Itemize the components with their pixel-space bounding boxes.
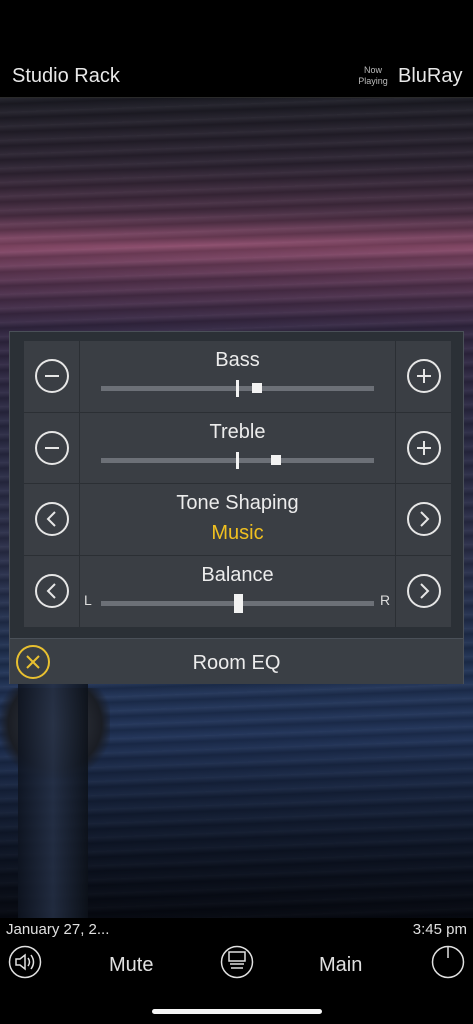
treble-row: Treble	[24, 412, 451, 484]
power-icon	[431, 945, 465, 979]
chevron-right-icon	[407, 502, 441, 537]
minus-icon	[35, 359, 69, 394]
balance-right-label: R	[380, 591, 391, 608]
menu-stack-icon	[220, 945, 254, 979]
home-indicator[interactable]	[152, 1009, 322, 1014]
bass-label: Bass	[215, 349, 260, 371]
treble-increase-button[interactable]	[395, 412, 451, 483]
room-eq-label: Room EQ	[192, 652, 281, 674]
chevron-right-icon	[407, 574, 441, 609]
room-name[interactable]: Studio Rack	[12, 65, 120, 88]
tone-shaping-row: Tone Shaping Music	[24, 484, 451, 556]
balance-left-button[interactable]	[24, 555, 80, 627]
chevron-left-icon	[35, 574, 69, 609]
treble-center-tick	[236, 451, 239, 469]
treble-label: Treble	[209, 420, 266, 443]
balance-left-label: L	[84, 591, 92, 608]
tone-shaping-next-button[interactable]	[395, 484, 451, 555]
balance-right-button[interactable]	[395, 555, 451, 627]
now-playing-line2: Playing	[358, 76, 388, 86]
tone-shaping-label: Tone Shaping	[176, 492, 299, 514]
room-eq-bar[interactable]: Room EQ	[10, 638, 463, 684]
speaker-icon	[8, 945, 42, 979]
bass-decrease-button[interactable]	[24, 341, 80, 412]
volume-button[interactable]	[8, 945, 42, 979]
balance-slider[interactable]	[101, 593, 374, 613]
chevron-left-icon	[35, 502, 69, 537]
tone-shaping-previous-button[interactable]	[24, 484, 80, 555]
current-source[interactable]: BluRay	[398, 65, 462, 88]
date-text: January 27, 2...	[6, 921, 110, 938]
power-button[interactable]	[431, 945, 465, 979]
balance-slider-handle[interactable]	[234, 593, 243, 613]
tone-shaping-value: Music	[211, 522, 264, 544]
bass-increase-button[interactable]	[395, 341, 451, 412]
mute-button[interactable]: Mute	[109, 954, 153, 977]
now-playing-line1: Now	[363, 65, 382, 75]
bass-slider[interactable]	[101, 380, 374, 397]
main-zone-button[interactable]: Main	[319, 954, 362, 977]
bass-center-tick	[236, 380, 239, 397]
bass-slider-handle[interactable]	[252, 383, 262, 393]
tone-controls-panel: Bass Treble Tone Shaping Music Balance L…	[9, 331, 464, 684]
bottom-bar: January 27, 2... 3:45 pm Mute Main	[0, 918, 473, 1024]
time-text: 3:45 pm	[412, 921, 467, 938]
plus-icon	[407, 359, 441, 394]
plus-icon	[407, 430, 441, 465]
minus-icon	[35, 430, 69, 465]
tone-controls-list: Bass Treble Tone Shaping Music Balance L…	[24, 341, 451, 627]
top-bar: Studio Rack Now Playing BluRay	[0, 50, 473, 98]
treble-decrease-button[interactable]	[24, 412, 80, 483]
sources-button[interactable]	[220, 945, 254, 979]
treble-slider[interactable]	[101, 451, 374, 469]
treble-slider-handle[interactable]	[271, 454, 281, 465]
now-playing-caption: Now Playing	[354, 65, 392, 87]
background-detail	[18, 678, 88, 918]
bass-row: Bass	[24, 341, 451, 413]
balance-label: Balance	[201, 563, 274, 586]
balance-row: Balance L R	[24, 555, 451, 627]
